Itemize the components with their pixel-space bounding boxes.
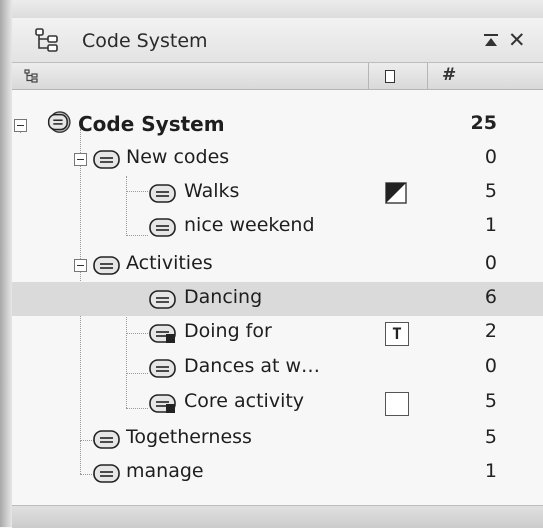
code-icon [149,359,176,378]
tree-row-code-system[interactable]: Code System 25 [12,108,543,142]
code-system-tree-icon [35,28,58,52]
color-marker-half-filled[interactable] [385,182,407,204]
column-header: # [12,63,543,90]
code-count: 5 [484,390,497,412]
bottom-strip [12,505,543,528]
marker-letter: T [392,324,402,343]
code-count: 5 [484,426,497,448]
tree-icon [24,69,38,83]
tree-row-togetherness[interactable]: Togetherness 5 [12,422,543,456]
tree-row-new-codes[interactable]: New codes 0 [12,142,543,176]
tree-row-manage[interactable]: manage 1 [12,456,543,490]
tree-item-label: Activities [126,252,213,274]
tree-row-nice-weekend[interactable]: nice weekend 1 [12,210,543,244]
tree-item-label: Code System [78,112,225,136]
tree-item-label: Dances at w… [184,355,321,377]
tree-item-label: New codes [126,146,230,168]
tree-item-label: Doing for [184,320,272,342]
code-icon [149,290,176,309]
code-count: 25 [470,112,497,134]
column-name[interactable] [12,63,369,89]
collapse-icon[interactable] [74,259,87,272]
tree-item-label: manage [126,460,204,482]
tree-item-label: Togetherness [126,426,252,448]
tree-item-label: Walks [184,180,240,202]
column-count[interactable]: # [428,63,543,89]
code-count: 5 [484,180,497,202]
code-system-node-icon [47,111,71,133]
code-icon [149,218,176,237]
count-column-label: # [442,65,457,85]
panel-title-bar: Code System ✕ [12,18,543,63]
code-icon [93,256,120,275]
panel-title: Code System [82,30,208,52]
code-count: 0 [484,355,497,377]
code-tree: Code System 25 New codes 0 Walks 5 nice … [12,90,543,495]
code-icon [93,464,120,483]
code-count: 0 [484,252,497,274]
collapse-icon[interactable] [74,153,87,166]
code-icon [93,150,120,169]
code-count: 0 [484,146,497,168]
code-icon [149,184,176,203]
color-marker-empty[interactable] [385,392,409,416]
code-count: 1 [484,460,497,482]
tree-row-doing-for[interactable]: Doing for T 2 [12,316,543,350]
tree-row-dancing[interactable]: Dancing 6 [12,282,543,316]
tree-item-label: Core activity [184,390,305,412]
window-edge [0,0,12,527]
color-square-icon [385,70,395,83]
pin-icon[interactable] [482,33,500,49]
code-count: 2 [484,320,497,342]
close-icon[interactable]: ✕ [508,29,526,51]
code-system-panel: Code System ✕ # Code System 25 New codes… [0,0,543,528]
code-icon [93,430,120,449]
column-color[interactable] [369,63,428,89]
code-count: 1 [484,214,497,236]
tree-row-dances-at-w[interactable]: Dances at w… 0 [12,351,543,385]
tree-row-walks[interactable]: Walks 5 [12,176,543,210]
tree-item-label: nice weekend [184,214,315,236]
code-memo-icon [149,324,176,343]
tree-row-core-activity[interactable]: Core activity 5 [12,386,543,420]
top-strip [12,0,543,19]
code-count: 6 [484,286,497,308]
collapse-icon[interactable] [14,119,27,132]
tree-row-activities[interactable]: Activities 0 [12,248,543,282]
code-memo-icon [149,394,176,413]
tree-item-label: Dancing [184,286,263,308]
color-marker-text[interactable]: T [385,322,409,346]
